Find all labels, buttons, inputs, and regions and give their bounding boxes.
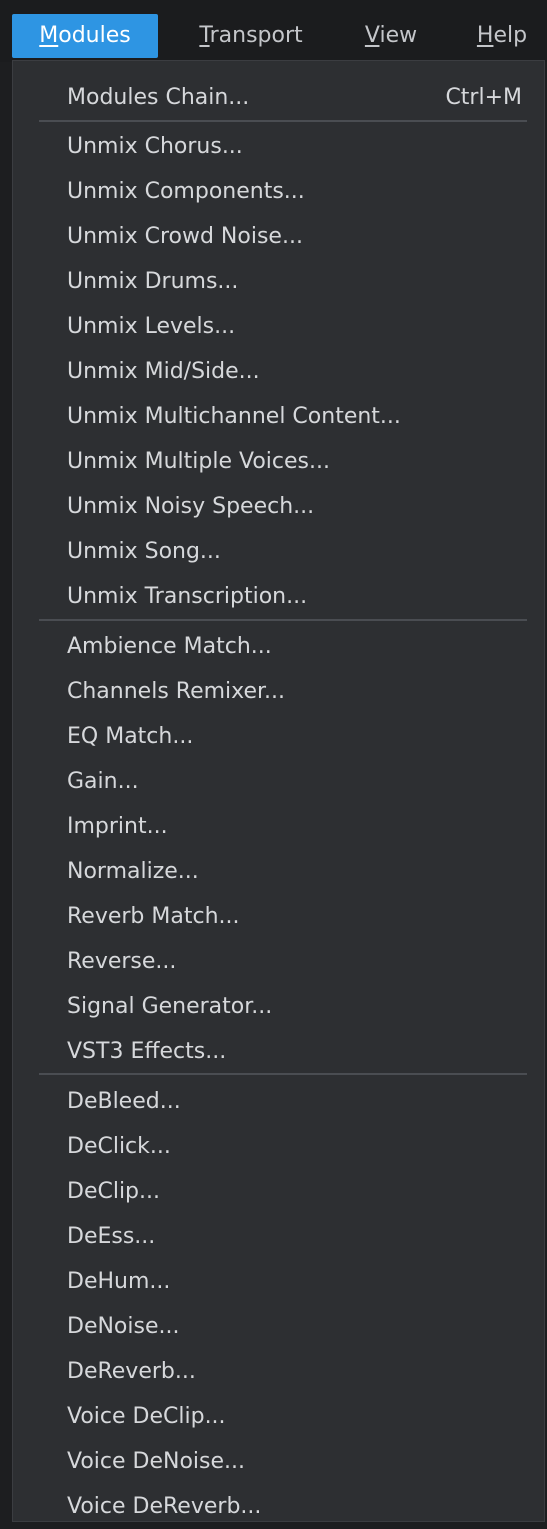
menu-item-ambience-match[interactable]: Ambience Match... bbox=[13, 625, 544, 669]
menu-item-label: Unmix Noisy Speech... bbox=[67, 494, 315, 519]
menu-item-label: Unmix Song... bbox=[67, 539, 221, 564]
menu-item-label: Voice DeNoise... bbox=[67, 1449, 246, 1474]
menu-item-declick[interactable]: DeClick... bbox=[13, 1125, 544, 1169]
menu-item-label: VST3 Effects... bbox=[67, 1039, 227, 1064]
menu-item-unmix-multiple-voices[interactable]: Unmix Multiple Voices... bbox=[13, 440, 544, 484]
menu-item-label: DeClip... bbox=[67, 1179, 161, 1204]
menu-help-mnemonic: H bbox=[476, 23, 494, 48]
menu-item-unmix-transcription[interactable]: Unmix Transcription... bbox=[13, 575, 544, 619]
menu-item-vst3-effects[interactable]: VST3 Effects... bbox=[13, 1030, 544, 1074]
menu-item-normalize[interactable]: Normalize... bbox=[13, 850, 544, 894]
menu-item-label: DeReverb... bbox=[67, 1359, 196, 1384]
menu-item-unmix-mid-side[interactable]: Unmix Mid/Side... bbox=[13, 350, 544, 394]
menu-item-label: Imprint... bbox=[67, 814, 168, 839]
menu-item-signal-generator[interactable]: Signal Generator... bbox=[13, 985, 544, 1029]
menu-item-dereverb[interactable]: DeReverb... bbox=[13, 1350, 544, 1394]
menu-item-label: Channels Remixer... bbox=[67, 679, 286, 704]
menu-item-reverb-match[interactable]: Reverb Match... bbox=[13, 895, 544, 939]
menu-item-unmix-crowd-noise[interactable]: Unmix Crowd Noise... bbox=[13, 215, 544, 259]
menu-item-label: Signal Generator... bbox=[67, 994, 273, 1019]
menu-help-label: elp bbox=[493, 23, 528, 48]
menu-item-denoise[interactable]: DeNoise... bbox=[13, 1305, 544, 1349]
menu-item-unmix-song[interactable]: Unmix Song... bbox=[13, 530, 544, 574]
menu-item-gain[interactable]: Gain... bbox=[13, 760, 544, 804]
menu-item-label: Modules Chain... bbox=[67, 85, 250, 110]
menu-item-declip[interactable]: DeClip... bbox=[13, 1170, 544, 1214]
menu-transport[interactable]: Transport bbox=[178, 14, 324, 58]
modules-dropdown-menu: Modules Chain... Ctrl+M Unmix Chorus... … bbox=[12, 60, 545, 1522]
menu-bar: Modules Transport View Help bbox=[0, 0, 547, 62]
menu-transport-label: ransport bbox=[209, 23, 303, 48]
menu-separator bbox=[39, 120, 527, 122]
menu-item-label: DeHum... bbox=[67, 1269, 171, 1294]
menu-item-shortcut: Ctrl+M bbox=[445, 85, 522, 110]
menu-item-voice-declip[interactable]: Voice DeClip... bbox=[13, 1395, 544, 1439]
menu-item-label: DeNoise... bbox=[67, 1314, 180, 1339]
menu-separator bbox=[39, 1073, 527, 1075]
menu-view[interactable]: View bbox=[348, 14, 434, 58]
menu-item-label: Gain... bbox=[67, 769, 139, 794]
menu-modules[interactable]: Modules bbox=[12, 14, 158, 58]
menu-item-label: EQ Match... bbox=[67, 724, 194, 749]
menu-transport-mnemonic: T bbox=[199, 23, 210, 48]
menu-item-label: DeBleed... bbox=[67, 1089, 181, 1114]
menu-item-unmix-levels[interactable]: Unmix Levels... bbox=[13, 305, 544, 349]
menu-item-deess[interactable]: DeEss... bbox=[13, 1215, 544, 1259]
menu-item-unmix-chorus[interactable]: Unmix Chorus... bbox=[13, 125, 544, 169]
menu-item-unmix-components[interactable]: Unmix Components... bbox=[13, 170, 544, 214]
menu-item-unmix-multichannel-content[interactable]: Unmix Multichannel Content... bbox=[13, 395, 544, 439]
menu-item-label: Unmix Multichannel Content... bbox=[67, 404, 401, 429]
menu-separator bbox=[39, 619, 527, 621]
menu-item-label: Reverb Match... bbox=[67, 904, 240, 929]
menu-item-unmix-drums[interactable]: Unmix Drums... bbox=[13, 260, 544, 304]
menu-item-debleed[interactable]: DeBleed... bbox=[13, 1080, 544, 1124]
menu-view-label: iew bbox=[379, 23, 418, 48]
menu-item-reverse[interactable]: Reverse... bbox=[13, 940, 544, 984]
menu-item-label: Unmix Transcription... bbox=[67, 584, 308, 609]
menu-item-unmix-noisy-speech[interactable]: Unmix Noisy Speech... bbox=[13, 485, 544, 529]
menu-item-eq-match[interactable]: EQ Match... bbox=[13, 715, 544, 759]
menu-item-label: Unmix Crowd Noise... bbox=[67, 224, 303, 249]
menu-modules-label: odules bbox=[58, 23, 131, 48]
menu-item-label: Unmix Levels... bbox=[67, 314, 236, 339]
menu-item-voice-denoise[interactable]: Voice DeNoise... bbox=[13, 1440, 544, 1484]
menu-item-label: Unmix Components... bbox=[67, 179, 305, 204]
menu-item-voice-dereverb[interactable]: Voice DeReverb... bbox=[13, 1485, 544, 1529]
menu-item-label: Unmix Drums... bbox=[67, 269, 239, 294]
menu-item-label: Ambience Match... bbox=[67, 634, 272, 659]
menu-item-label: Unmix Chorus... bbox=[67, 134, 243, 159]
menu-modules-mnemonic: M bbox=[39, 23, 59, 48]
menu-item-label: Unmix Multiple Voices... bbox=[67, 449, 330, 474]
menu-item-label: Normalize... bbox=[67, 859, 199, 884]
menu-item-dehum[interactable]: DeHum... bbox=[13, 1260, 544, 1304]
menu-help[interactable]: Help bbox=[462, 14, 542, 58]
menu-item-label: Voice DeReverb... bbox=[67, 1494, 262, 1519]
menu-item-label: DeClick... bbox=[67, 1134, 171, 1159]
menu-item-label: Reverse... bbox=[67, 949, 177, 974]
menu-item-label: DeEss... bbox=[67, 1224, 156, 1249]
menu-item-label: Unmix Mid/Side... bbox=[67, 359, 260, 384]
menu-item-imprint[interactable]: Imprint... bbox=[13, 805, 544, 849]
menu-view-mnemonic: V bbox=[364, 23, 380, 48]
menu-item-channels-remixer[interactable]: Channels Remixer... bbox=[13, 670, 544, 714]
menu-item-modules-chain[interactable]: Modules Chain... Ctrl+M bbox=[13, 76, 544, 120]
menu-item-label: Voice DeClip... bbox=[67, 1404, 226, 1429]
